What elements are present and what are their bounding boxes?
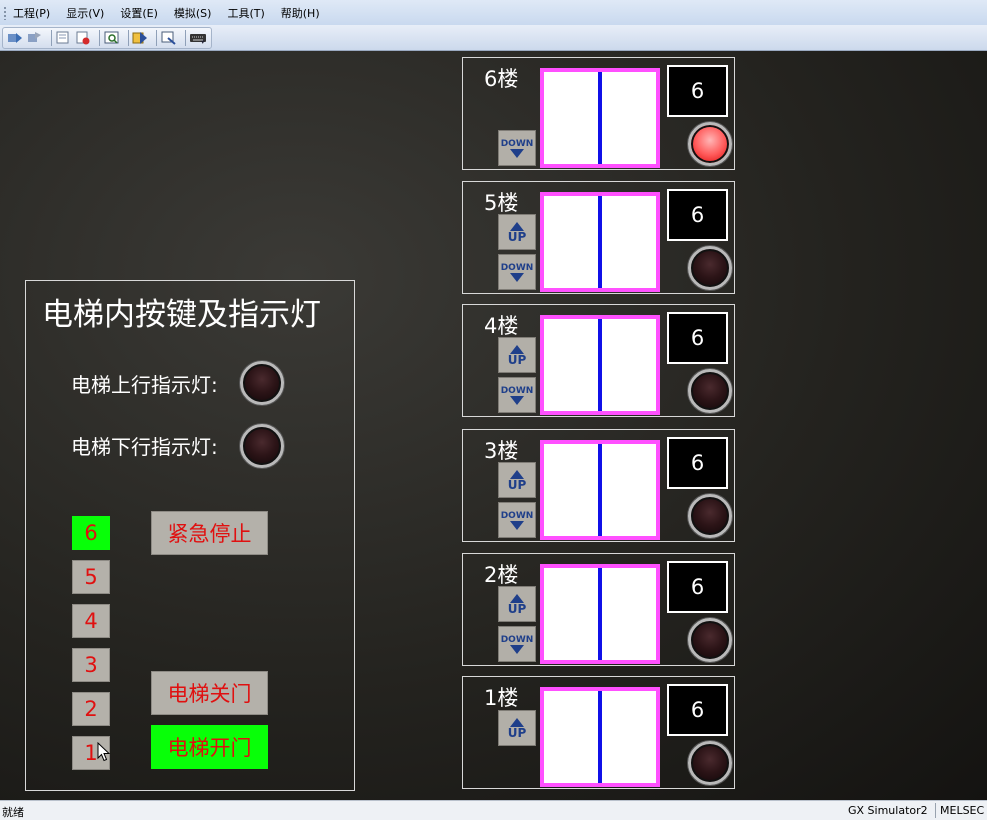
- up-call-button[interactable]: UP: [498, 337, 536, 373]
- down-indicator-lamp: [240, 424, 284, 468]
- device-batch-icon[interactable]: [104, 30, 120, 46]
- door-seam: [598, 691, 602, 783]
- menu-help[interactable]: 帮助(H): [281, 5, 320, 21]
- arrow-down-icon: [510, 520, 524, 530]
- floor-display: 6: [667, 561, 728, 613]
- car-floor-button-2[interactable]: 2: [72, 692, 110, 726]
- mouse-cursor-icon: [97, 742, 111, 762]
- floor-panel-4: 4楼 UP DOWN 6: [462, 304, 735, 417]
- status-bar: 就绪 GX Simulator2 MELSEC: [0, 800, 987, 820]
- elevator-door: [540, 315, 660, 415]
- arrow-down-icon: [510, 395, 524, 405]
- car-floor-button-5[interactable]: 5: [72, 560, 110, 594]
- menu-view[interactable]: 显示(V): [66, 5, 104, 21]
- up-call-button[interactable]: UP: [498, 710, 536, 746]
- car-floor-button-3[interactable]: 3: [72, 648, 110, 682]
- floor-display: 6: [667, 437, 728, 489]
- up-indicator-label: 电梯上行指示灯:: [71, 373, 218, 397]
- up-call-label: UP: [507, 229, 527, 244]
- up-call-label: UP: [507, 601, 527, 616]
- car-panel: 电梯内按键及指示灯 电梯上行指示灯: 电梯下行指示灯: 6 5 4 3 2 1 …: [25, 280, 355, 791]
- up-call-label: UP: [507, 477, 527, 492]
- toolbar: ▾: [0, 25, 987, 51]
- timing-chart-icon[interactable]: [132, 30, 148, 46]
- up-call-button[interactable]: UP: [498, 586, 536, 622]
- up-call-button[interactable]: UP: [498, 462, 536, 498]
- floor-label: 5楼: [484, 191, 519, 215]
- car-floor-button-6[interactable]: 6: [72, 516, 110, 550]
- down-call-label: DOWN: [500, 138, 534, 149]
- io-system-icon[interactable]: [161, 30, 177, 46]
- toolbar-strip: ▾: [2, 27, 212, 49]
- elevator-door: [540, 68, 660, 168]
- down-call-label: DOWN: [500, 262, 534, 273]
- floor-label: 6楼: [484, 67, 519, 91]
- floor-display: 6: [667, 684, 728, 736]
- down-call-button[interactable]: DOWN: [498, 254, 536, 290]
- arrival-lamp: [688, 246, 732, 290]
- arrow-down-icon: [510, 644, 524, 654]
- down-call-label: DOWN: [500, 385, 534, 396]
- arrival-lamp: [688, 741, 732, 785]
- menu-project[interactable]: 工程(P): [13, 5, 50, 21]
- door-seam: [598, 196, 602, 288]
- open-door-button[interactable]: 电梯开门: [151, 725, 268, 769]
- elevator-door: [540, 192, 660, 292]
- elevator-door: [540, 440, 660, 540]
- arrow-down-icon: [510, 272, 524, 282]
- menu-settings[interactable]: 设置(E): [120, 5, 158, 21]
- floor-panel-6: 6楼 DOWN 6: [462, 57, 735, 170]
- elevator-door: [540, 687, 660, 787]
- down-call-button[interactable]: DOWN: [498, 502, 536, 538]
- floor-label: 4楼: [484, 314, 519, 338]
- door-seam: [598, 568, 602, 660]
- arrow-down-icon: [510, 148, 524, 158]
- up-indicator-lamp: [240, 361, 284, 405]
- arrival-lamp: [688, 494, 732, 538]
- floor-label: 3楼: [484, 439, 519, 463]
- close-door-button[interactable]: 电梯关门: [151, 671, 268, 715]
- menu-bar: 工程(P) 显示(V) 设置(E) 模拟(S) 工具(T) 帮助(H): [0, 0, 987, 25]
- arrival-lamp: [688, 618, 732, 662]
- status-app-name: GX Simulator2: [848, 804, 928, 817]
- floor-panel-5: 5楼 UP DOWN 6: [462, 181, 735, 294]
- menu-grip-handle[interactable]: [3, 5, 7, 20]
- up-call-button[interactable]: UP: [498, 214, 536, 250]
- floor-panel-1: 1楼 UP 6: [462, 676, 735, 789]
- up-call-label: UP: [507, 352, 527, 367]
- down-call-label: DOWN: [500, 510, 534, 521]
- monitor-icon[interactable]: [55, 30, 71, 46]
- door-seam: [598, 72, 602, 164]
- down-call-button[interactable]: DOWN: [498, 130, 536, 166]
- stop-icon[interactable]: [27, 30, 43, 46]
- arrival-lamp: [688, 122, 732, 166]
- menu-tools[interactable]: 工具(T): [227, 5, 264, 21]
- down-call-button[interactable]: DOWN: [498, 377, 536, 413]
- start-icon[interactable]: [7, 30, 23, 46]
- car-panel-title: 电梯内按键及指示灯: [42, 297, 321, 333]
- floor-label: 1楼: [484, 686, 519, 710]
- up-call-label: UP: [507, 725, 527, 740]
- car-floor-button-4[interactable]: 4: [72, 604, 110, 638]
- floor-display: 6: [667, 189, 728, 241]
- elevator-door: [540, 564, 660, 664]
- floor-panel-3: 3楼 UP DOWN 6: [462, 429, 735, 542]
- down-call-label: DOWN: [500, 634, 534, 645]
- arrival-lamp: [688, 369, 732, 413]
- status-divider: [935, 803, 936, 818]
- down-indicator-label: 电梯下行指示灯:: [71, 435, 218, 459]
- floor-panel-2: 2楼 UP DOWN 6: [462, 553, 735, 666]
- menu-simulate[interactable]: 模拟(S): [174, 5, 212, 21]
- door-seam: [598, 444, 602, 536]
- floor-label: 2楼: [484, 563, 519, 587]
- down-call-button[interactable]: DOWN: [498, 626, 536, 662]
- floor-display: 6: [667, 65, 728, 117]
- status-plc-name: MELSEC: [940, 804, 985, 817]
- door-seam: [598, 319, 602, 411]
- emergency-stop-button[interactable]: 紧急停止: [151, 511, 268, 555]
- record-icon[interactable]: [75, 30, 91, 46]
- status-text: 就绪: [2, 806, 24, 819]
- toolbar-overflow-icon[interactable]: ▾: [201, 38, 209, 46]
- floor-display: 6: [667, 312, 728, 364]
